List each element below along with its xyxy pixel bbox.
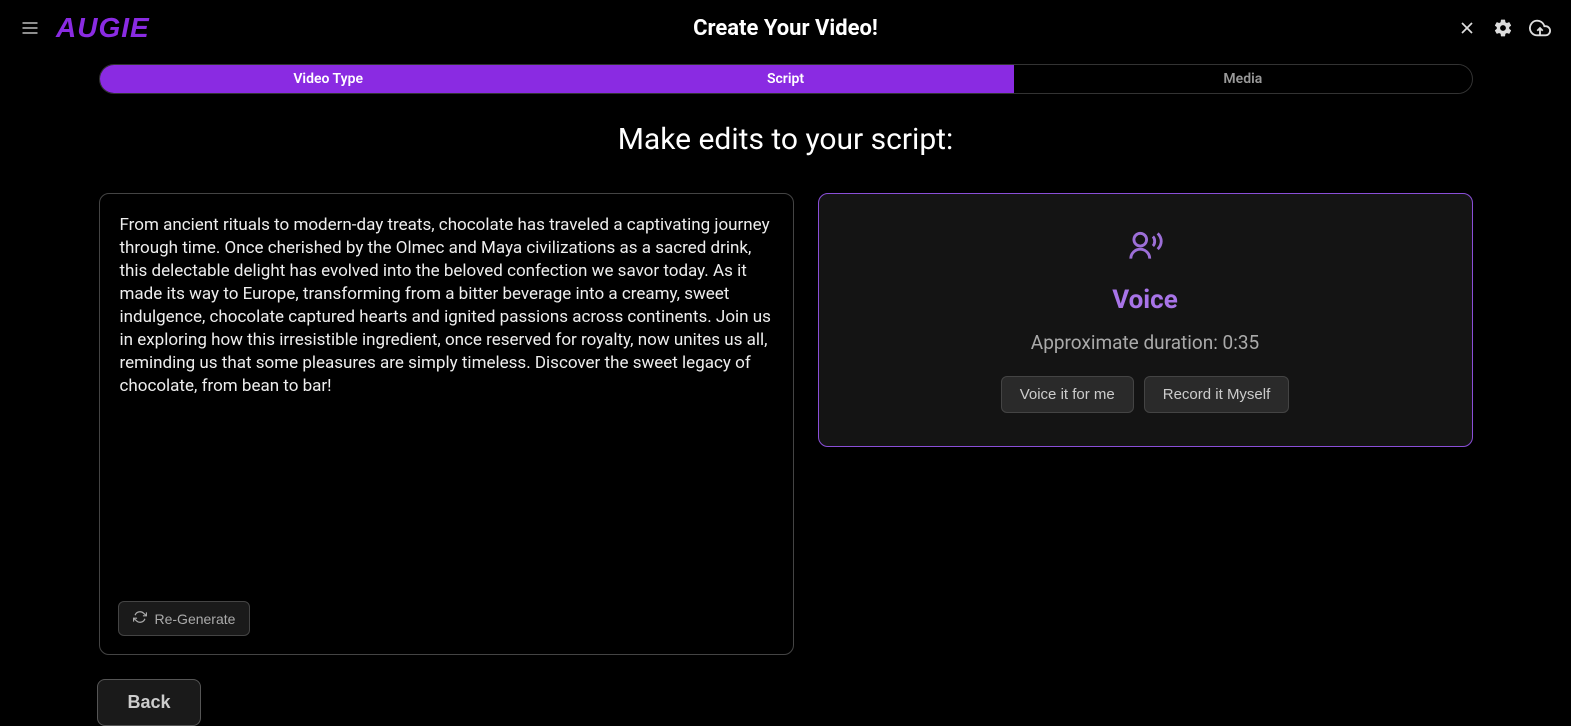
close-icon[interactable] (1457, 18, 1477, 38)
section-title: Make edits to your script: (0, 122, 1571, 157)
script-panel: From ancient rituals to modern-day treat… (99, 193, 794, 655)
back-button[interactable]: Back (97, 679, 201, 726)
voice-icon (1126, 227, 1164, 269)
voice-duration: Approximate duration: 0:35 (1031, 331, 1259, 354)
cloud-upload-icon[interactable] (1529, 17, 1551, 39)
page-title: Create Your Video! (693, 16, 878, 41)
regenerate-label: Re-Generate (155, 611, 236, 627)
voice-panel: Voice Approximate duration: 0:35 Voice i… (818, 193, 1473, 447)
menu-icon[interactable] (20, 18, 40, 38)
script-textarea[interactable]: From ancient rituals to modern-day treat… (120, 214, 773, 398)
tab-media[interactable]: Media (1014, 65, 1471, 93)
voice-title: Voice (1112, 285, 1178, 315)
progress-tabs: Video Type Script Media (99, 64, 1473, 94)
tab-script[interactable]: Script (557, 65, 1014, 93)
logo: AUGIE (56, 12, 150, 44)
voice-it-button[interactable]: Voice it for me (1001, 376, 1134, 413)
refresh-icon (133, 610, 147, 627)
regenerate-button[interactable]: Re-Generate (118, 601, 251, 636)
gear-icon[interactable] (1493, 18, 1513, 38)
tab-video-type[interactable]: Video Type (100, 65, 557, 93)
record-myself-button[interactable]: Record it Myself (1144, 376, 1290, 413)
